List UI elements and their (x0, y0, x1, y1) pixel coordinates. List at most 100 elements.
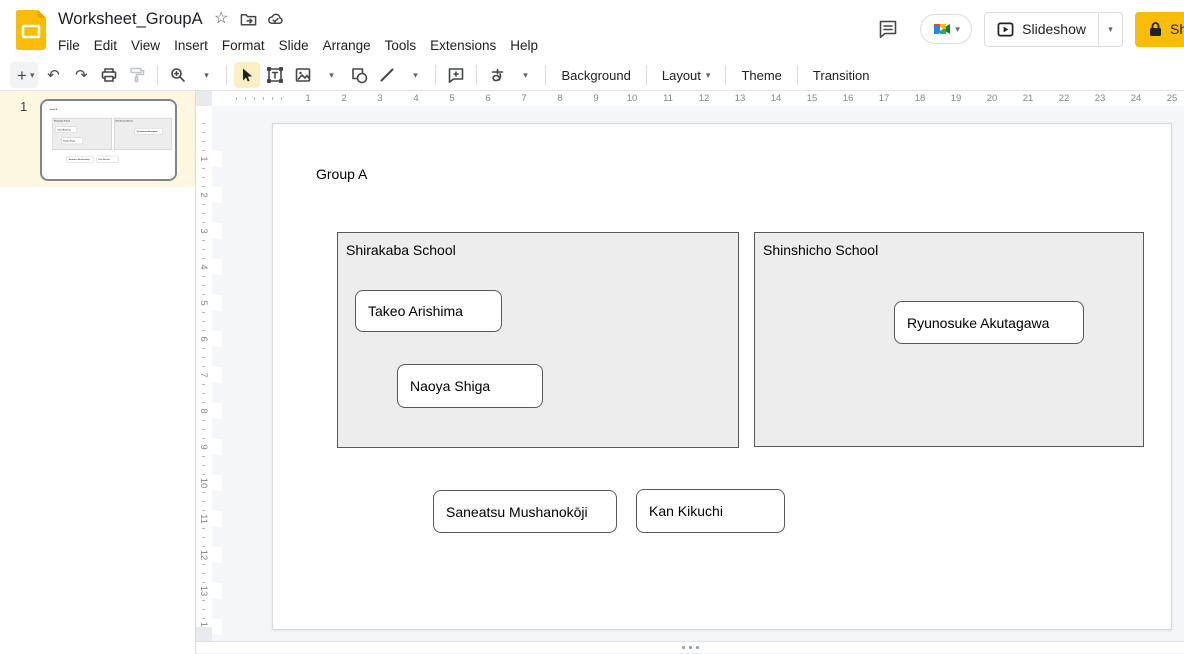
group-label: Shinshicho School (115, 119, 132, 121)
slide-thumbnail-row[interactable]: 1 Group A Shirakaba School Shinshicho Sc… (0, 91, 195, 187)
h-num: 7 (506, 91, 542, 106)
group-box-shirakaba[interactable]: Shirakaba School (337, 232, 739, 448)
document-title[interactable]: Worksheet_GroupA (58, 10, 203, 29)
slide-filmstrip: 1 Group A Shirakaba School Shinshicho Sc… (0, 91, 196, 654)
slideshow-play-icon (997, 21, 1014, 38)
insert-line-button[interactable] (374, 62, 400, 88)
new-slide-button[interactable]: + ▾ (10, 62, 38, 88)
v-num: 4 (196, 259, 222, 275)
undo-button[interactable]: ↶ (40, 62, 66, 88)
slide-page[interactable]: Group A Shirakaba School Shinshicho Scho… (272, 123, 1172, 630)
slide-title-text[interactable]: Group A (49, 108, 57, 110)
meet-button[interactable]: ▾ (920, 14, 972, 44)
v-num: 12 (196, 547, 222, 563)
slide-content: Group A Shirakaba School Shinshicho Scho… (273, 124, 1173, 631)
member-box-takeo-arishima[interactable]: Takeo Arishima (55, 127, 77, 133)
zoom-dropdown[interactable]: ▾ (193, 62, 219, 88)
horizontal-ruler: 1234567891011121314151617181920212223242… (196, 91, 1184, 106)
meet-camera-icon (932, 20, 952, 38)
member-label: Saneatsu Mushanokōji (446, 504, 588, 520)
member-box-ryunosuke-akutagawa[interactable]: Ryunosuke Akutagawa (894, 301, 1084, 344)
group-label: Shinshicho School (763, 242, 878, 258)
select-tool-button[interactable] (234, 62, 260, 88)
menu-item[interactable]: Edit (87, 35, 124, 56)
toolbar: + ▾ ↶ ↷ ▾ ▾ ▾ ▾ Background Layout ▾ (0, 60, 1184, 91)
share-label: Share (1170, 21, 1184, 37)
menu-item[interactable]: Tools (378, 35, 424, 56)
member-label: Takeo Arishima (57, 128, 71, 130)
member-box-ryunosuke-akutagawa[interactable]: Ryunosuke Akutagawa (135, 128, 163, 134)
plus-icon: + (14, 67, 30, 84)
member-box-saneatsu-mushanokoji[interactable]: Saneatsu Mushanokōji (433, 490, 617, 533)
v-num: 3 (196, 223, 222, 239)
member-label: Saneatsu Mushanokōji (69, 158, 90, 160)
share-button[interactable]: Share (1135, 12, 1184, 47)
h-num: 21 (1010, 91, 1046, 106)
menu-item[interactable]: Slide (272, 35, 316, 56)
insert-image-button[interactable] (290, 62, 316, 88)
slide-number: 1 (20, 99, 27, 114)
insert-line-dropdown[interactable]: ▾ (402, 62, 428, 88)
h-num: 18 (902, 91, 938, 106)
member-box-saneatsu-mushanokoji[interactable]: Saneatsu Mushanokōji (67, 156, 94, 162)
print-button[interactable] (96, 62, 122, 88)
h-num: 2 (326, 91, 362, 106)
h-num: 8 (542, 91, 578, 106)
h-num: 3 (362, 91, 398, 106)
v-num: 9 (196, 439, 222, 455)
member-box-naoya-shiga[interactable]: Naoya Shiga (397, 364, 543, 408)
member-box-kan-kikuchi[interactable]: Kan Kikuchi (97, 156, 119, 163)
h-num: 9 (578, 91, 614, 106)
titlebar: Worksheet_GroupA ☆ FileEditViewInsertFor… (0, 0, 1184, 60)
theme-button[interactable]: Theme (733, 62, 789, 88)
lock-icon (1149, 22, 1162, 37)
slide-thumbnail[interactable]: Group A Shirakaba School Shinshicho Scho… (40, 99, 177, 181)
member-box-kan-kikuchi[interactable]: Kan Kikuchi (636, 489, 785, 533)
menu-item[interactable]: View (124, 35, 167, 56)
menu-item[interactable]: Format (215, 35, 272, 56)
input-tools-button[interactable] (484, 62, 510, 88)
group-label: Shirakaba School (54, 119, 70, 121)
member-box-takeo-arishima[interactable]: Takeo Arishima (355, 290, 502, 332)
text-box-button[interactable] (262, 62, 288, 88)
insert-shape-button[interactable] (346, 62, 372, 88)
insert-comment-button[interactable] (443, 62, 469, 88)
ruler-corner (196, 91, 212, 106)
redo-button[interactable]: ↷ (68, 62, 94, 88)
v-num: 7 (196, 367, 222, 383)
member-label: Kan Kikuchi (649, 503, 723, 519)
slideshow-dropdown[interactable]: ▾ (1098, 13, 1122, 46)
transition-button[interactable]: Transition (805, 62, 878, 88)
slideshow-button[interactable]: Slideshow (985, 13, 1098, 46)
background-button[interactable]: Background (553, 62, 638, 88)
comment-history-icon[interactable] (868, 11, 908, 47)
group-label: Shirakaba School (346, 242, 456, 258)
vertical-ruler: 1234567891011121314 (196, 106, 212, 641)
v-num: 13 (196, 583, 222, 599)
slideshow-label: Slideshow (1022, 21, 1086, 37)
slides-logo-icon[interactable] (16, 10, 46, 50)
insert-image-dropdown[interactable]: ▾ (318, 62, 344, 88)
menubar: FileEditViewInsertFormatSlideArrangeTool… (51, 32, 545, 58)
menu-item[interactable]: File (51, 35, 87, 56)
menu-item[interactable]: Insert (167, 35, 215, 56)
group-box-shirakaba[interactable]: Shirakaba School (52, 118, 111, 150)
workspace: 1 Group A Shirakaba School Shinshicho Sc… (0, 91, 1184, 654)
meet-dropdown-icon: ▾ (955, 24, 960, 35)
input-tools-icon (489, 67, 506, 84)
h-num: 17 (866, 91, 902, 106)
layout-button[interactable]: Layout ▾ (654, 62, 719, 88)
speaker-notes-resize-handle[interactable] (196, 641, 1184, 654)
slide-title-text[interactable]: Group A (316, 166, 367, 182)
member-box-naoya-shiga[interactable]: Naoya Shiga (61, 137, 83, 144)
cloud-saved-icon[interactable] (267, 11, 284, 28)
menu-item[interactable]: Arrange (316, 35, 378, 56)
move-to-folder-icon[interactable] (240, 11, 257, 28)
h-num: 14 (758, 91, 794, 106)
zoom-button[interactable] (165, 62, 191, 88)
input-tools-dropdown[interactable]: ▾ (512, 62, 538, 88)
v-num: 5 (196, 295, 222, 311)
star-icon[interactable]: ☆ (213, 11, 230, 28)
menu-item[interactable]: Extensions (423, 35, 503, 56)
menu-item[interactable]: Help (503, 35, 545, 56)
